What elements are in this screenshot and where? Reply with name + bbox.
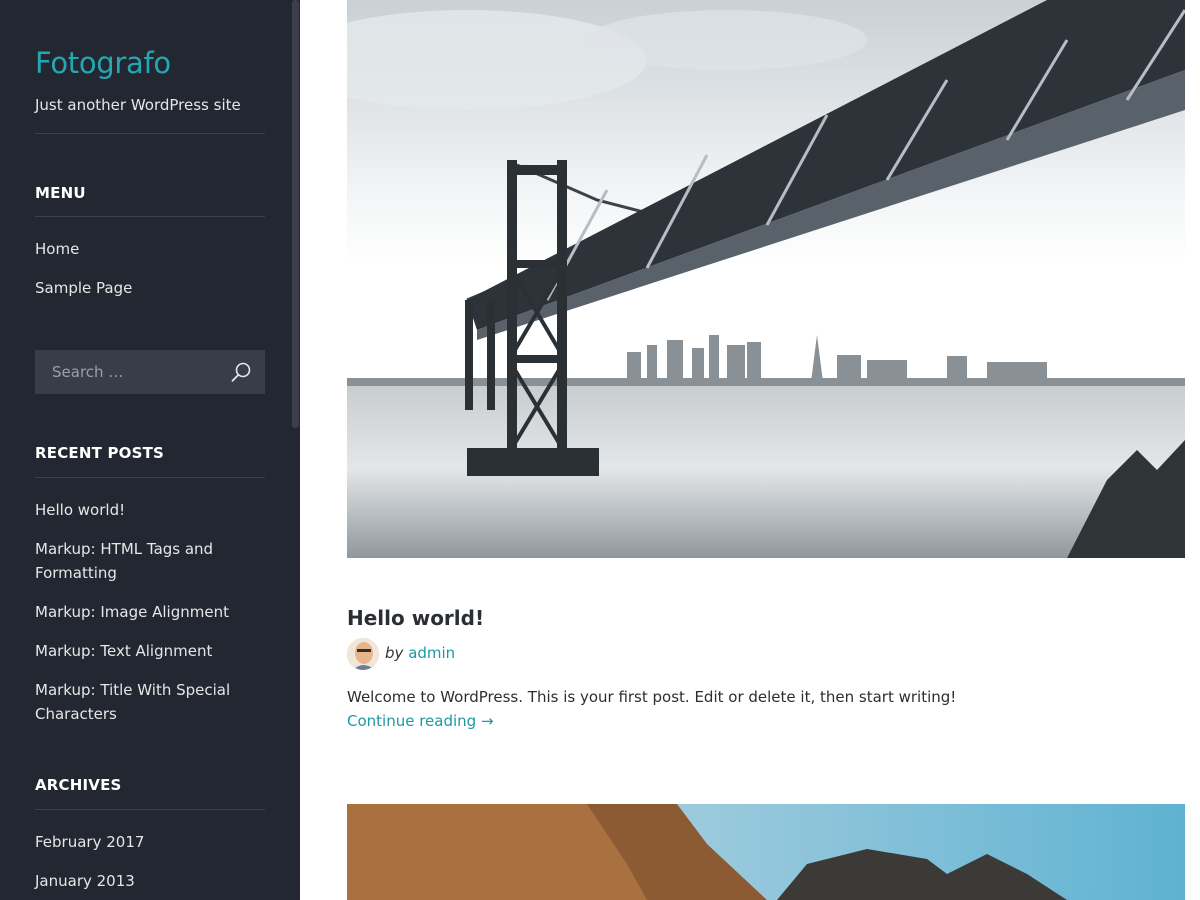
divider xyxy=(35,809,265,810)
bridge-photo xyxy=(347,0,1185,558)
recent-post-link[interactable]: Markup: Image Alignment xyxy=(35,600,265,624)
post-excerpt: Welcome to WordPress. This is your first… xyxy=(347,688,957,706)
featured-image-coast[interactable] xyxy=(347,804,1185,900)
search-icon xyxy=(231,362,251,382)
menu-item-home[interactable]: Home xyxy=(35,237,265,261)
featured-image-bridge[interactable] xyxy=(347,0,1185,558)
continue-reading-link[interactable]: Continue reading → xyxy=(347,712,494,730)
byline-label: by xyxy=(385,644,404,662)
recent-post-link[interactable]: Markup: Title With Special Characters xyxy=(35,678,265,726)
author-link[interactable]: admin xyxy=(408,644,455,662)
recent-post-link[interactable]: Markup: HTML Tags and Formatting xyxy=(35,537,265,585)
search-form xyxy=(35,350,265,394)
archive-link[interactable]: February 2017 xyxy=(35,830,265,854)
search-button[interactable] xyxy=(217,350,265,394)
site-description: Just another WordPress site xyxy=(35,96,241,114)
avatar-icon xyxy=(347,638,379,670)
menu-item-sample-page[interactable]: Sample Page xyxy=(35,276,265,300)
divider xyxy=(35,216,265,217)
recent-post-link[interactable]: Hello world! xyxy=(35,498,265,522)
sidebar: Fotografo Just another WordPress site ME… xyxy=(0,0,300,900)
divider xyxy=(35,477,265,478)
post-title[interactable]: Hello world! xyxy=(347,606,484,630)
archive-link[interactable]: January 2013 xyxy=(35,869,265,893)
search-input[interactable] xyxy=(35,350,232,394)
recent-post-link[interactable]: Markup: Text Alignment xyxy=(35,639,265,663)
divider xyxy=(35,133,265,134)
sidebar-scrollbar[interactable] xyxy=(292,0,299,428)
post-byline: by admin xyxy=(385,644,455,662)
menu-widget-title: MENU xyxy=(35,184,86,202)
coast-photo xyxy=(347,804,1185,900)
archives-widget-title: ARCHIVES xyxy=(35,776,122,794)
site-title[interactable]: Fotografo xyxy=(35,46,171,80)
author-avatar[interactable] xyxy=(347,638,379,670)
recent-posts-widget-title: RECENT POSTS xyxy=(35,444,165,462)
